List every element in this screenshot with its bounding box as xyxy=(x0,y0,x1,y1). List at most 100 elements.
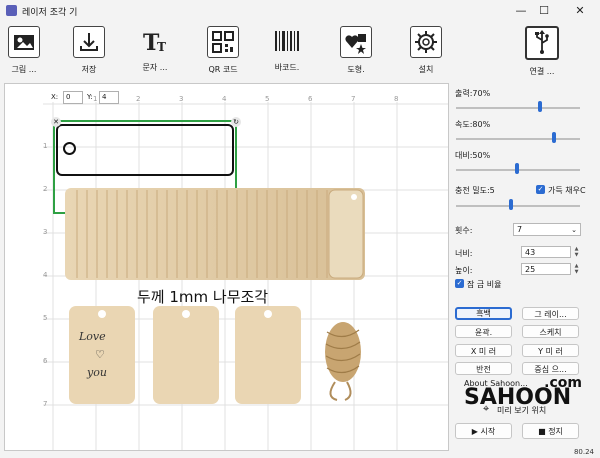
toolbar: 그림 ... 저장 TT 문자 ... QR 코드 바코드. 도형. 설치 연결… xyxy=(0,22,600,80)
fill-checkbox-label: 가득 채우C xyxy=(548,186,586,195)
tool-qr-button[interactable]: QR 코드 xyxy=(193,26,253,75)
mode-gray-button[interactable]: 그 레이... xyxy=(522,307,579,320)
blank-tag-icon xyxy=(153,306,219,404)
image-icon xyxy=(8,26,40,58)
minimize-button[interactable]: — xyxy=(512,3,530,19)
power-slider[interactable] xyxy=(456,107,580,109)
center-button[interactable]: 중심 으... xyxy=(522,362,579,375)
tool-label: 설치 xyxy=(418,65,434,74)
y-coord-input[interactable]: 4 xyxy=(99,91,119,104)
settings-panel: 출력:70% 속도:80% 대비:50% 충전 밀도:5 ✓ 가득 채우C 횟수… xyxy=(452,83,594,443)
chevron-down-icon: ⌄ xyxy=(571,226,577,234)
svg-text:T: T xyxy=(157,40,166,54)
tool-label: 저장 xyxy=(81,65,97,74)
blank-tag-icon xyxy=(235,306,301,404)
ruler-top-7: 7 xyxy=(351,95,356,103)
start-button[interactable]: ▶ 시작 xyxy=(455,423,512,439)
ruler-left-1: 1 xyxy=(43,142,48,150)
fill-density-slider-thumb[interactable] xyxy=(509,199,513,210)
mode-bw-button[interactable]: 흑백 xyxy=(455,307,512,320)
stop-button[interactable]: ■ 정지 xyxy=(522,423,579,439)
power-label: 출력:70% xyxy=(455,89,491,98)
ruler-top-1: 1 xyxy=(93,95,98,103)
engrave-shape[interactable] xyxy=(56,124,234,176)
tool-connect-button[interactable]: 연결 ... xyxy=(512,26,572,77)
speed-slider[interactable] xyxy=(456,138,580,140)
product-image: 두께 1mm 나무조각 Love ♡ you xyxy=(57,182,369,404)
count-select-value: 7 xyxy=(517,225,523,234)
ruler-left-5: 5 xyxy=(43,314,48,322)
y-mirror-button[interactable]: Y 미 러 xyxy=(522,344,579,357)
barcode-icon xyxy=(272,26,302,56)
ruler-left-4: 4 xyxy=(43,271,48,279)
preview-position-button[interactable]: 미리 보기 위치 xyxy=(497,405,546,416)
ruler-left-3: 3 xyxy=(43,228,48,236)
speed-label: 속도:80% xyxy=(455,120,491,129)
crosshair-icon: ⌖ xyxy=(483,402,490,415)
tool-settings-button[interactable]: 설치 xyxy=(396,26,456,75)
tool-label: 바코드. xyxy=(274,63,300,72)
count-label: 횟수: xyxy=(455,226,473,235)
x-coord-input[interactable]: 0 xyxy=(63,91,83,104)
mode-sketch-button[interactable]: 스케치 xyxy=(522,325,579,338)
contrast-slider-thumb[interactable] xyxy=(515,163,519,174)
tool-label: 연결 ... xyxy=(529,67,555,76)
delete-handle-icon[interactable]: ✕ xyxy=(51,117,61,127)
download-icon xyxy=(73,26,105,58)
tool-shape-button[interactable]: 도형. xyxy=(326,26,386,75)
width-stepper[interactable]: ▲ ▼ xyxy=(573,246,580,258)
invert-button[interactable]: 반전 xyxy=(455,362,512,375)
power-slider-thumb[interactable] xyxy=(538,101,542,112)
tool-image-button[interactable]: 그림 ... xyxy=(0,26,54,75)
text-icon: TT xyxy=(140,26,170,56)
height-input[interactable]: 25 xyxy=(521,263,571,275)
tool-barcode-button[interactable]: 바코드. xyxy=(257,26,317,73)
tool-label: QR 코드 xyxy=(208,65,238,74)
tool-label: 도형. xyxy=(347,65,365,74)
fill-density-slider[interactable] xyxy=(456,205,580,207)
ruler-left-6: 6 xyxy=(43,357,48,365)
lock-ratio-checkbox[interactable]: ✓ xyxy=(455,279,464,288)
width-label: 너비: xyxy=(455,249,473,258)
tool-label: 그림 ... xyxy=(11,65,37,74)
stop-label: 정지 xyxy=(548,427,563,436)
gear-icon xyxy=(410,26,442,58)
x-coord-label: X: xyxy=(51,93,59,101)
height-stepper[interactable]: ▲ ▼ xyxy=(573,263,580,275)
ruler-top-3: 3 xyxy=(179,95,184,103)
engrave-canvas[interactable]: 1 2 3 4 5 6 7 8 1 2 3 4 5 6 7 X: 0 Y: 4 … xyxy=(4,83,449,451)
product-caption: 두께 1mm 나무조각 xyxy=(137,288,269,306)
stop-icon: ■ xyxy=(538,427,546,436)
tag-text-love: Love xyxy=(79,330,106,343)
ruler-top-2: 2 xyxy=(136,95,141,103)
shapes-icon xyxy=(340,26,372,58)
count-select[interactable]: 7 ⌄ xyxy=(513,223,581,236)
speed-slider-thumb[interactable] xyxy=(552,132,556,143)
love-tag-icon: Love ♡ you xyxy=(69,306,135,404)
x-mirror-button[interactable]: X 미 러 xyxy=(455,344,512,357)
ruler-left-2: 2 xyxy=(43,185,48,193)
title-bar: 레이저 조각 기 — ☐ ✕ xyxy=(0,0,600,22)
tool-text-button[interactable]: TT 문자 ... xyxy=(125,26,185,73)
start-label: 시작 xyxy=(480,427,496,436)
tool-save-button[interactable]: 저장 xyxy=(59,26,119,75)
play-icon: ▶ xyxy=(471,427,478,436)
qr-code-icon xyxy=(207,26,239,58)
close-button[interactable]: ✕ xyxy=(571,3,589,19)
usb-icon xyxy=(525,26,559,60)
ruler-top-5: 5 xyxy=(265,95,270,103)
twine-icon xyxy=(325,322,361,401)
lock-ratio-label: 잠 금 비율 xyxy=(467,280,502,289)
window-title: 레이저 조각 기 xyxy=(22,8,78,18)
fill-checkbox[interactable]: ✓ xyxy=(536,185,545,194)
maximize-button[interactable]: ☐ xyxy=(535,3,553,19)
width-input[interactable]: 43 xyxy=(521,246,571,258)
rotate-handle-icon[interactable]: ↻ xyxy=(231,117,241,127)
hole-circle xyxy=(63,142,76,155)
fill-density-label: 충전 밀도:5 xyxy=(455,186,495,195)
app-icon xyxy=(6,5,17,16)
height-label: 높이: xyxy=(455,266,473,275)
mode-outline-button[interactable]: 윤곽. xyxy=(455,325,512,338)
contrast-label: 대비:50% xyxy=(455,151,491,160)
y-coord-label: Y: xyxy=(87,93,93,101)
